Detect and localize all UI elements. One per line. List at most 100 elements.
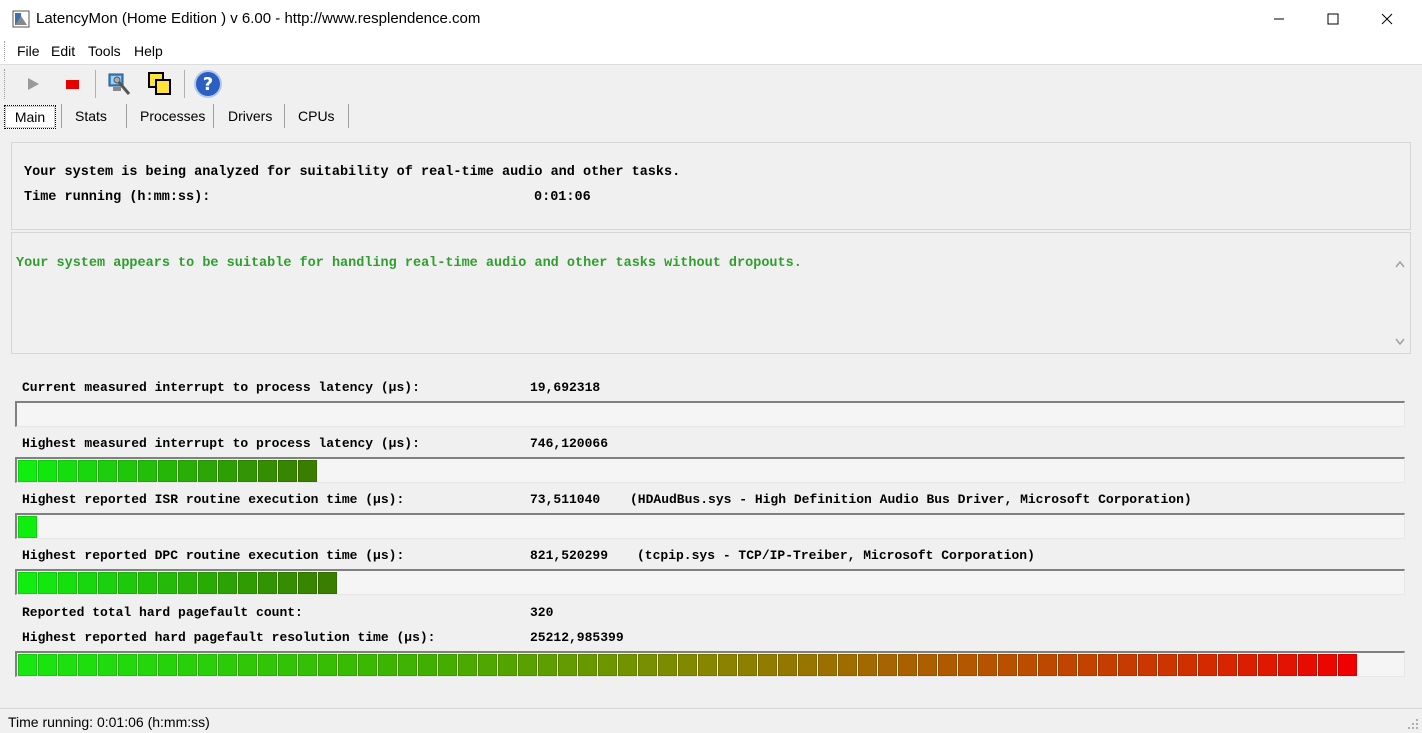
menu-tools[interactable]: Tools: [88, 43, 121, 59]
bar-segment: [518, 654, 537, 676]
bar-segment: [38, 654, 57, 676]
bar-segment: [38, 572, 57, 594]
bar-segment: [178, 460, 197, 482]
windows-icon: [148, 72, 171, 95]
bar-segment: [578, 654, 597, 676]
bar-segment: [1298, 654, 1317, 676]
status-text: Time running: 0:01:06 (h:mm:ss): [8, 714, 210, 730]
bar-segment: [238, 460, 257, 482]
pagefault-time-label: Highest reported hard pagefault resoluti…: [22, 630, 436, 645]
menu-help[interactable]: Help: [134, 43, 163, 59]
bar-segment: [158, 572, 177, 594]
bar-segment: [1198, 654, 1217, 676]
bar-segment: [1158, 654, 1177, 676]
menu-file[interactable]: File: [17, 43, 40, 59]
bar-segment: [118, 572, 137, 594]
bar-segment: [18, 572, 37, 594]
verdict-message: Your system appears to be suitable for h…: [16, 256, 802, 271]
bar-segment: [118, 654, 137, 676]
bar-segment: [78, 460, 97, 482]
bar-segment: [218, 572, 237, 594]
bar-segment: [478, 654, 497, 676]
bar-segment: [78, 572, 97, 594]
current-latency-bar: [15, 401, 1405, 427]
app-icon: [12, 10, 30, 28]
tab-stats[interactable]: Stats: [75, 105, 107, 127]
bar-segment: [198, 460, 217, 482]
bar-segment: [378, 654, 397, 676]
minimize-button[interactable]: [1252, 0, 1306, 38]
bar-segment: [918, 654, 937, 676]
bar-segment: [1258, 654, 1277, 676]
bar-segment: [1278, 654, 1297, 676]
bar-segment: [158, 654, 177, 676]
bar-segment: [538, 654, 557, 676]
minimize-icon: [1274, 18, 1284, 20]
bar-segment: [1058, 654, 1077, 676]
maximize-icon: [1327, 13, 1339, 25]
bar-segment: [158, 460, 177, 482]
bar-segment: [58, 572, 77, 594]
bar-segment: [258, 460, 277, 482]
toolbar-separator: [95, 70, 96, 98]
stop-button[interactable]: [57, 69, 87, 99]
pagefault-count-value: 320: [530, 605, 554, 620]
bar-segment: [678, 654, 697, 676]
bar-segment: [198, 572, 217, 594]
tab-separator: [348, 104, 349, 128]
start-button[interactable]: [18, 69, 48, 99]
scroll-up-icon: [1395, 260, 1405, 268]
menu-grip: [4, 41, 8, 61]
bar-segment: [338, 654, 357, 676]
bar-segment: [1038, 654, 1057, 676]
window-title: LatencyMon (Home Edition ) v 6.00 - http…: [36, 10, 481, 27]
bar-segment: [258, 654, 277, 676]
computer-tools-icon: [108, 73, 131, 95]
bar-segment: [218, 654, 237, 676]
bar-segment: [1138, 654, 1157, 676]
highest-latency-label: Highest measured interrupt to process la…: [22, 436, 420, 451]
bar-segment: [1218, 654, 1237, 676]
bar-segment: [78, 654, 97, 676]
bar-segment: [98, 654, 117, 676]
bar-segment: [1118, 654, 1137, 676]
bar-segment: [418, 654, 437, 676]
close-button[interactable]: [1360, 0, 1414, 38]
tab-processes[interactable]: Processes: [140, 105, 205, 127]
scroll-down-icon: [1395, 338, 1405, 346]
pagefault-count-label: Reported total hard pagefault count:: [22, 605, 303, 620]
tab-separator: [61, 104, 62, 128]
tab-cpus[interactable]: CPUs: [298, 105, 335, 127]
bar-segment: [1078, 654, 1097, 676]
bar-segment: [18, 516, 37, 538]
bar-segment: [1098, 654, 1117, 676]
bar-segment: [278, 572, 297, 594]
bar-segment: [978, 654, 997, 676]
toolbar-grip: [4, 69, 8, 99]
verdict-panel: Your system appears to be suitable for h…: [11, 232, 1411, 354]
bar-segment: [1178, 654, 1197, 676]
bar-segment: [558, 654, 577, 676]
tab-drivers[interactable]: Drivers: [228, 105, 272, 127]
bar-segment: [818, 654, 837, 676]
bar-segment: [58, 654, 77, 676]
current-latency-value: 19,692318: [530, 380, 601, 395]
svg-text:?: ?: [203, 74, 213, 95]
bar-segment: [298, 572, 317, 594]
maximize-button[interactable]: [1306, 0, 1360, 38]
bar-segment: [898, 654, 917, 676]
bar-segment: [998, 654, 1017, 676]
bar-segment: [138, 460, 157, 482]
dpc-bar: [15, 569, 1405, 595]
bar-segment: [718, 654, 737, 676]
windows-button[interactable]: [145, 69, 175, 99]
verdict-scrollbar[interactable]: [1390, 233, 1410, 351]
bar-segment: [658, 654, 677, 676]
computer-tools-button[interactable]: [104, 69, 134, 99]
help-button[interactable]: ?: [193, 69, 223, 99]
tab-main[interactable]: Main: [4, 105, 56, 129]
bar-segment: [318, 654, 337, 676]
status-bar: Time running: 0:01:06 (h:mm:ss): [0, 708, 1422, 733]
menu-edit[interactable]: Edit: [51, 43, 75, 59]
bar-segment: [38, 460, 57, 482]
